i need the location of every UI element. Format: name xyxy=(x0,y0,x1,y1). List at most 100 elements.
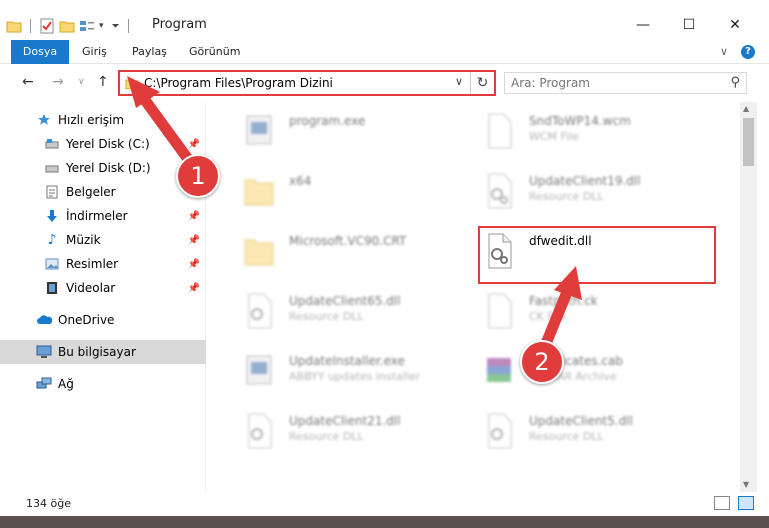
file-description: Resource DLL xyxy=(529,190,604,203)
nav-item-label: Belgeler xyxy=(66,185,116,199)
tab-share[interactable]: Paylaş xyxy=(132,40,167,64)
nav-item-music[interactable]: ♪ Müzik 📌 xyxy=(0,228,206,252)
search-icon[interactable]: ⚲ xyxy=(730,75,740,90)
pin-icon[interactable]: 📌 xyxy=(188,211,200,222)
file-item[interactable]: program.exe xyxy=(217,106,457,154)
cloud-icon xyxy=(36,312,52,328)
file-name: UpdateInstaller.exe xyxy=(289,354,405,368)
forward-icon[interactable]: → xyxy=(52,74,64,90)
file-item[interactable]: UpdateInstaller.exe ABBYY updates instal… xyxy=(217,346,457,394)
minimize-button[interactable]: — xyxy=(620,10,666,40)
properties-icon[interactable] xyxy=(39,18,55,34)
vertical-scrollbar[interactable]: ▲ ▼ xyxy=(740,102,757,492)
address-bar[interactable]: C:\Program Files\Program Dizini ∨ ↻ xyxy=(118,70,496,96)
file-icon xyxy=(488,293,512,329)
nav-item-videos[interactable]: Videolar 📌 xyxy=(0,276,206,300)
pin-icon[interactable]: 📌 xyxy=(188,283,200,294)
scroll-up-icon[interactable]: ▲ xyxy=(743,104,749,113)
file-description: WCM File xyxy=(529,130,579,143)
chevron-down-icon[interactable]: ∨ xyxy=(455,75,463,88)
file-name: SndToWP14.wcm xyxy=(529,114,631,128)
nav-item-downloads[interactable]: İndirmeler 📌 xyxy=(0,204,206,228)
video-icon xyxy=(44,280,60,296)
window-title: Program xyxy=(152,17,207,32)
file-name: Microsoft.VC90.CRT xyxy=(289,234,407,248)
scrollbar-thumb[interactable] xyxy=(743,118,754,166)
search-input[interactable] xyxy=(511,75,711,91)
file-item[interactable]: UpdateClient19.dll Resource DLL xyxy=(457,166,697,214)
computer-icon xyxy=(36,344,52,360)
help-icon[interactable]: ? xyxy=(741,45,755,59)
tiles-view-icon[interactable] xyxy=(738,496,754,510)
archive-icon xyxy=(487,358,511,382)
pin-icon[interactable]: 📌 xyxy=(188,235,200,246)
file-name: UpdateClient21.dll xyxy=(289,414,401,428)
file-name: Fastpath.ck xyxy=(529,294,598,308)
explorer-window: ▾ ⏷ Program — ☐ ✕ Dosya Giriş Paylaş Gör… xyxy=(0,0,769,516)
file-item[interactable]: UpdateClient65.dll Resource DLL xyxy=(217,286,457,334)
dll-icon xyxy=(248,293,272,329)
pin-icon[interactable]: 📌 xyxy=(188,139,200,150)
file-item[interactable]: Fastpath.ck CK File xyxy=(457,286,697,334)
item-count: 134 öğe xyxy=(26,497,71,510)
file-item[interactable]: SndToWP14.wcm WCM File xyxy=(457,106,697,154)
dll-icon xyxy=(488,173,512,209)
up-icon[interactable]: ↑ xyxy=(97,74,109,90)
drive-icon xyxy=(44,136,60,152)
back-icon[interactable]: ← xyxy=(22,74,34,90)
exe-icon xyxy=(246,115,272,145)
maximize-button[interactable]: ☐ xyxy=(666,10,712,40)
nav-item-label: Yerel Disk (D:) xyxy=(66,161,151,175)
music-icon: ♪ xyxy=(47,232,57,248)
nav-item-network[interactable]: Ağ xyxy=(0,372,206,396)
file-item[interactable]: UpdateClient21.dll Resource DLL xyxy=(217,406,457,454)
quick-access-toolbar: ▾ ⏷ xyxy=(6,16,133,36)
network-icon xyxy=(36,376,52,392)
view-menu-icon[interactable] xyxy=(79,19,95,33)
ribbon-collapse-icon[interactable]: ∨ xyxy=(720,40,728,64)
file-item[interactable]: Microsoft.VC90.CRT xyxy=(217,226,457,274)
callout-badge-2: 2 xyxy=(520,340,564,384)
nav-item-label: Resimler xyxy=(66,257,119,271)
dll-icon xyxy=(488,413,512,449)
tab-file[interactable]: Dosya xyxy=(11,40,69,64)
folder-icon[interactable] xyxy=(6,19,22,33)
file-description: ABBYY updates installer xyxy=(289,370,421,383)
file-name: UpdateClient5.dll xyxy=(529,414,633,428)
file-name: UpdateClient19.dll xyxy=(529,174,641,188)
title-bar: ▾ ⏷ Program — ☐ ✕ xyxy=(0,0,769,40)
file-name: x64 xyxy=(289,174,312,188)
nav-item-quick-access[interactable]: Hızlı erişim xyxy=(0,108,206,132)
close-button[interactable]: ✕ xyxy=(712,10,758,40)
scroll-down-icon[interactable]: ▼ xyxy=(743,480,749,489)
file-item[interactable]: x64 xyxy=(217,166,457,214)
folder-icon xyxy=(244,179,274,206)
file-description: CK File xyxy=(529,310,566,323)
details-view-icon[interactable] xyxy=(714,496,730,510)
search-box[interactable]: ⚲ xyxy=(504,72,747,94)
nav-item-this-pc[interactable]: Bu bilgisayar xyxy=(0,340,206,364)
nav-item-local-disk-c[interactable]: Yerel Disk (C:) 📌 xyxy=(0,132,206,156)
file-item[interactable]: Certificates.cab WinRAR Archive xyxy=(457,346,697,394)
chevron-down-icon[interactable]: ▾ xyxy=(99,21,104,31)
nav-item-documents[interactable]: Belgeler xyxy=(0,180,206,204)
pin-icon[interactable]: 📌 xyxy=(188,259,200,270)
customize-toolbar-icon[interactable]: ⏷ xyxy=(112,21,120,32)
address-path[interactable]: C:\Program Files\Program Dizini xyxy=(144,76,333,90)
refresh-icon[interactable]: ↻ xyxy=(470,72,494,94)
new-folder-icon[interactable] xyxy=(59,19,75,33)
tab-view[interactable]: Görünüm xyxy=(189,40,240,64)
nav-item-pictures[interactable]: Resimler 📌 xyxy=(0,252,206,276)
tab-home[interactable]: Giriş xyxy=(82,40,107,64)
file-item[interactable]: UpdateClient5.dll Resource DLL xyxy=(457,406,697,454)
nav-item-label: Müzik xyxy=(66,233,101,247)
nav-item-label: Ağ xyxy=(58,377,74,391)
document-icon xyxy=(44,184,60,200)
recent-locations-icon[interactable]: ∨ xyxy=(78,77,85,87)
toolbar-separator xyxy=(127,19,129,33)
drive-icon xyxy=(44,160,60,176)
nav-item-label: Yerel Disk (C:) xyxy=(66,137,150,151)
nav-item-onedrive[interactable]: OneDrive xyxy=(0,308,206,332)
file-description: Resource DLL xyxy=(289,430,364,443)
file-highlight-box xyxy=(478,226,716,284)
